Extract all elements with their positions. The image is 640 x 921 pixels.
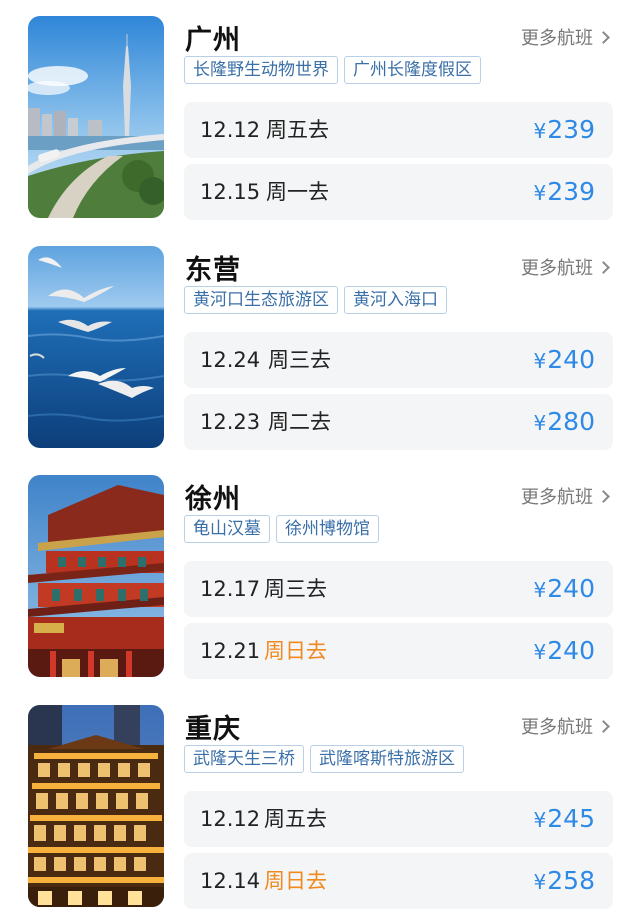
currency-symbol: ¥	[533, 640, 547, 664]
flight-row[interactable]: 12.12 周五去 ¥245	[184, 791, 613, 847]
city-name: 东营	[185, 255, 241, 286]
attraction-tags: 龟山汉墓 徐州博物馆	[184, 515, 379, 543]
more-flights-link[interactable]: 更多航班	[521, 713, 610, 739]
chevron-right-icon	[597, 31, 610, 44]
chevron-right-icon	[597, 720, 610, 733]
attraction-tags: 黄河口生态旅游区 黄河入海口	[184, 286, 447, 314]
flight-price: ¥239	[534, 164, 595, 221]
hongyadong-night-photo[interactable]	[28, 705, 164, 907]
flight-date: 12.24	[200, 348, 261, 372]
flight-date: 12.12	[200, 118, 261, 142]
flight-weekday: 周三去	[264, 577, 327, 601]
price-value: 239	[547, 177, 595, 206]
flight-weekday: 周日去	[264, 639, 327, 663]
flight-row[interactable]: 12.14 周日去 ¥258	[184, 853, 613, 909]
currency-symbol: ¥	[533, 181, 547, 205]
seagulls-over-sea-photo[interactable]	[28, 246, 164, 448]
flight-date: 12.12	[200, 807, 261, 831]
attraction-tag[interactable]: 徐州博物馆	[276, 515, 379, 543]
flight-row[interactable]: 12.24 周三去 ¥240	[184, 332, 613, 388]
flight-weekday: 周一去	[266, 180, 329, 204]
currency-symbol: ¥	[533, 870, 547, 894]
flight-weekday: 周日去	[264, 869, 327, 893]
flight-row[interactable]: 12.21 周日去 ¥240	[184, 623, 613, 679]
attraction-tags: 武隆天生三桥 武隆喀斯特旅游区	[184, 745, 464, 773]
flight-price: ¥240	[534, 561, 595, 618]
currency-symbol: ¥	[533, 411, 547, 435]
city-name: 徐州	[185, 484, 241, 515]
flight-weekday: 周三去	[268, 348, 331, 372]
attraction-tag[interactable]: 武隆天生三桥	[184, 745, 304, 773]
chevron-right-icon	[597, 261, 610, 274]
currency-symbol: ¥	[533, 578, 547, 602]
flight-weekday: 周二去	[268, 410, 331, 434]
destination-card[interactable]: 东营 更多航班 黄河口生态旅游区 黄河入海口 12.24 周三去 ¥240 12…	[0, 246, 640, 468]
more-flights-label: 更多航班	[521, 487, 593, 508]
destination-card[interactable]: 重庆 更多航班 武隆天生三桥 武隆喀斯特旅游区 12.12 周五去 ¥245 1…	[0, 705, 640, 921]
flight-weekday: 周五去	[264, 807, 327, 831]
attraction-tags: 长隆野生动物世界 广州长隆度假区	[184, 56, 481, 84]
more-flights-link[interactable]: 更多航班	[521, 254, 610, 280]
canton-tower-photo[interactable]	[28, 16, 164, 218]
price-value: 245	[547, 804, 595, 833]
flight-date: 12.15	[200, 180, 261, 204]
flight-date: 12.23	[200, 410, 261, 434]
price-value: 240	[547, 574, 595, 603]
flight-price: ¥280	[534, 394, 595, 451]
flight-weekday: 周五去	[266, 118, 329, 142]
more-flights-link[interactable]: 更多航班	[521, 483, 610, 509]
price-value: 240	[547, 345, 595, 374]
more-flights-link[interactable]: 更多航班	[521, 24, 610, 50]
currency-symbol: ¥	[533, 808, 547, 832]
price-value: 240	[547, 636, 595, 665]
more-flights-label: 更多航班	[521, 258, 593, 279]
red-pagoda-temple-photo[interactable]	[28, 475, 164, 677]
flight-row[interactable]: 12.15 周一去 ¥239	[184, 164, 613, 220]
attraction-tag[interactable]: 黄河口生态旅游区	[184, 286, 338, 314]
flight-price: ¥258	[534, 853, 595, 910]
attraction-tag[interactable]: 武隆喀斯特旅游区	[310, 745, 464, 773]
attraction-tag[interactable]: 黄河入海口	[344, 286, 447, 314]
flight-price: ¥240	[534, 332, 595, 389]
destination-card[interactable]: 广州 更多航班 长隆野生动物世界 广州长隆度假区 12.12 周五去 ¥239 …	[0, 16, 640, 238]
price-value: 258	[547, 866, 595, 895]
currency-symbol: ¥	[533, 119, 547, 143]
flight-date: 12.21	[200, 639, 261, 663]
flight-row[interactable]: 12.12 周五去 ¥239	[184, 102, 613, 158]
chevron-right-icon	[597, 490, 610, 503]
more-flights-label: 更多航班	[521, 717, 593, 738]
city-name: 重庆	[185, 714, 241, 745]
more-flights-label: 更多航班	[521, 28, 593, 49]
currency-symbol: ¥	[533, 349, 547, 373]
flight-date: 12.14	[200, 869, 261, 893]
flight-row[interactable]: 12.17 周三去 ¥240	[184, 561, 613, 617]
flight-price: ¥239	[534, 102, 595, 159]
destination-card[interactable]: 徐州 更多航班 龟山汉墓 徐州博物馆 12.17 周三去 ¥240 12.21 …	[0, 475, 640, 697]
price-value: 280	[547, 407, 595, 436]
flight-price: ¥245	[534, 791, 595, 848]
attraction-tag[interactable]: 长隆野生动物世界	[184, 56, 338, 84]
flight-price: ¥240	[534, 623, 595, 680]
flight-row[interactable]: 12.23 周二去 ¥280	[184, 394, 613, 450]
city-name: 广州	[185, 25, 241, 56]
flight-date: 12.17	[200, 577, 261, 601]
attraction-tag[interactable]: 广州长隆度假区	[344, 56, 481, 84]
price-value: 239	[547, 115, 595, 144]
attraction-tag[interactable]: 龟山汉墓	[184, 515, 270, 543]
